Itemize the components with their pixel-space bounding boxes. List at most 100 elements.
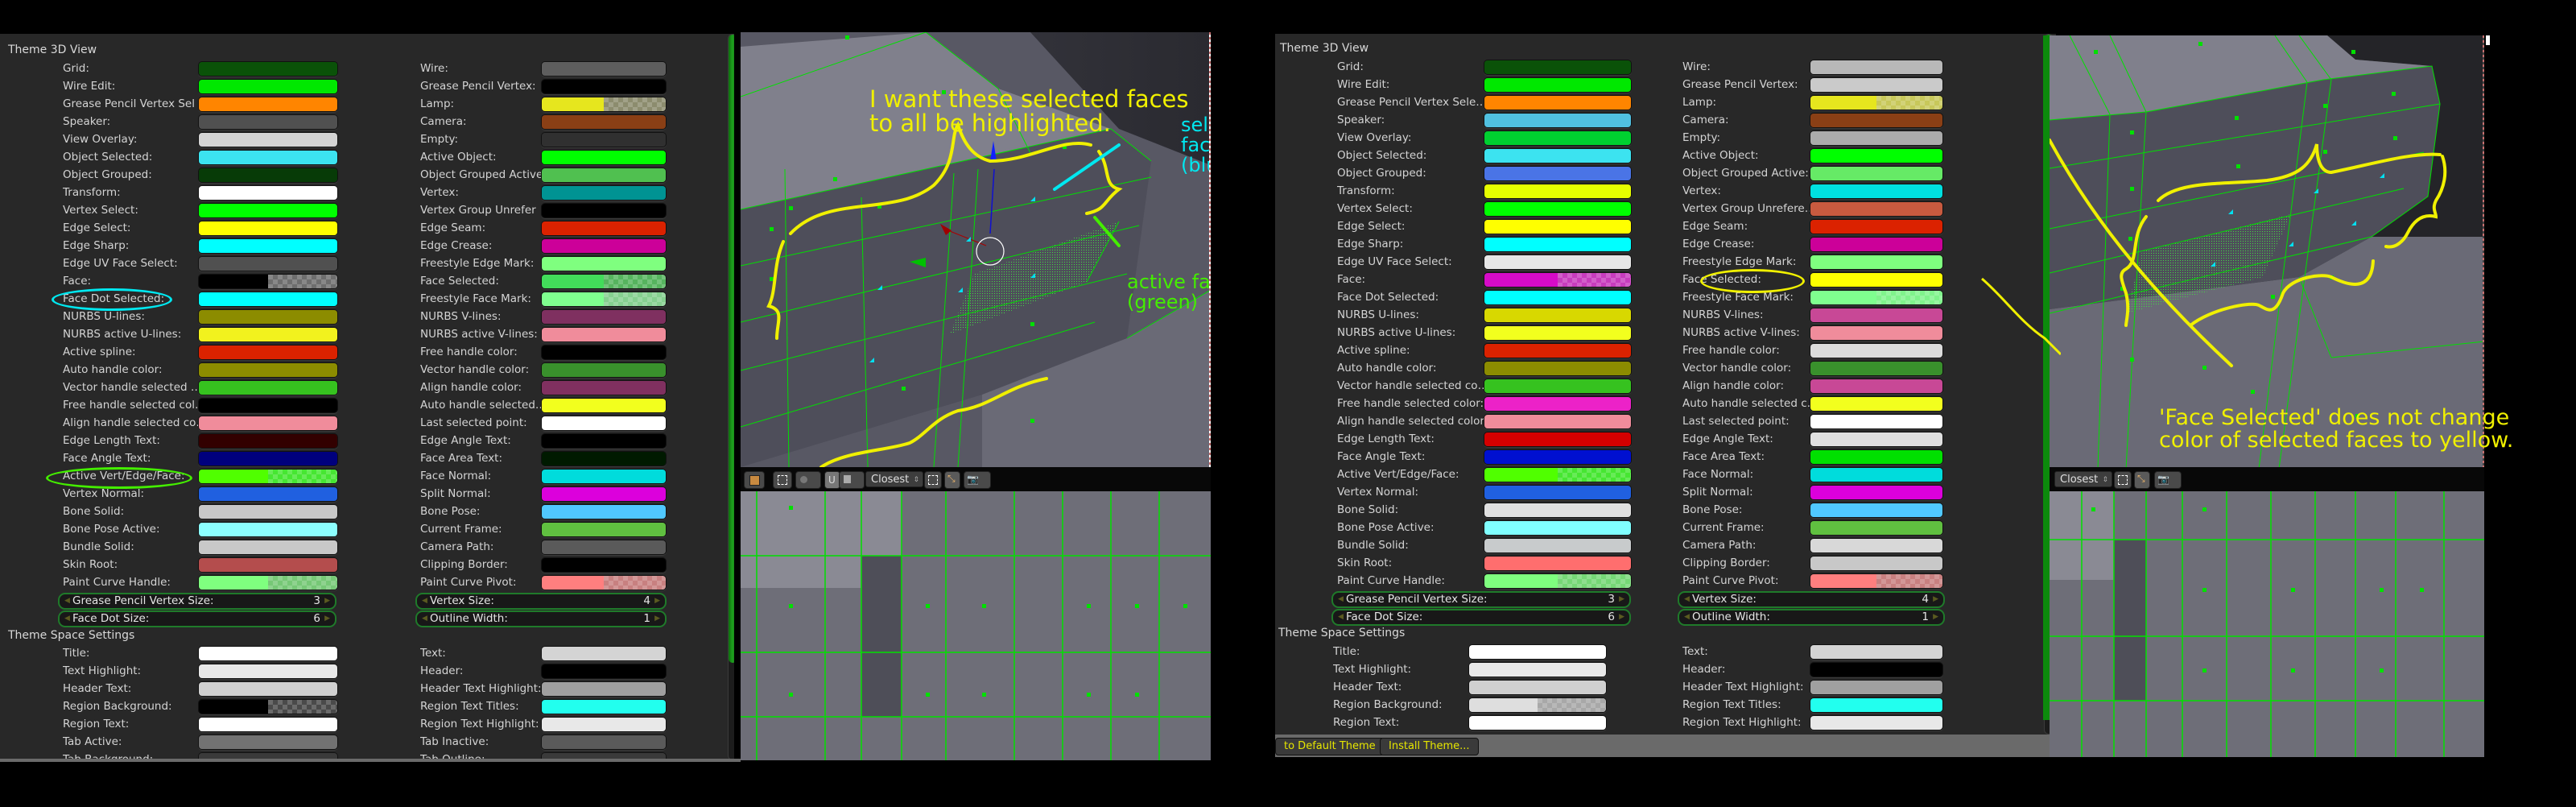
reset-to-default-theme-button[interactable]: to Default Theme [1275,738,1385,755]
color-swatch[interactable] [198,345,338,360]
color-swatch[interactable] [1810,680,1943,695]
increment-arrow-icon[interactable]: ▶ [324,615,330,623]
color-swatch[interactable] [198,522,338,537]
color-swatch[interactable] [1810,715,1943,730]
preferences-scrollbar[interactable] [728,34,734,760]
color-swatch[interactable] [541,132,667,147]
color-swatch[interactable] [541,327,667,342]
color-swatch[interactable] [198,274,338,289]
color-swatch[interactable] [1468,715,1607,730]
color-swatch[interactable] [198,309,338,325]
color-swatch[interactable] [1810,449,1943,465]
left-3d-viewport[interactable]: I want these selected faces to all be hi… [741,32,1211,467]
color-swatch[interactable] [541,150,667,165]
color-swatch[interactable] [198,238,338,254]
color-swatch[interactable] [198,433,338,449]
color-swatch[interactable] [1810,662,1943,677]
color-swatch[interactable] [541,735,667,750]
snap-align-button[interactable] [924,471,942,489]
color-swatch[interactable] [541,309,667,325]
color-swatch[interactable] [1810,556,1943,571]
color-swatch[interactable] [541,433,667,449]
color-swatch[interactable] [198,362,338,378]
color-swatch[interactable] [541,380,667,395]
color-swatch[interactable] [1484,520,1632,536]
color-swatch[interactable] [198,451,338,466]
number-field-outline-width[interactable]: ◀ Outline Width: 1 ▶ [415,610,667,627]
color-swatch[interactable] [1810,308,1943,323]
color-swatch[interactable] [541,221,667,236]
color-swatch[interactable] [541,664,667,679]
color-swatch[interactable] [541,292,667,307]
color-swatch[interactable] [1484,130,1632,146]
increment-arrow-icon[interactable]: ▶ [1933,595,1938,603]
color-swatch[interactable] [198,221,338,236]
color-swatch[interactable] [198,486,338,502]
color-swatch[interactable] [541,575,667,590]
color-swatch[interactable] [1484,219,1632,234]
install-theme-button[interactable]: Install Theme... [1380,738,1479,755]
color-swatch[interactable] [198,185,338,201]
color-swatch[interactable] [1810,361,1943,376]
snap-project-button[interactable]: ⤡ [944,471,960,489]
color-swatch[interactable] [541,398,667,413]
color-swatch[interactable] [1484,467,1632,482]
color-swatch[interactable] [1484,432,1632,447]
number-field-face-dot-size[interactable]: ◀ Face Dot Size: 6 ▶ [58,610,336,627]
color-swatch[interactable] [541,646,667,661]
color-swatch[interactable] [1810,148,1943,163]
color-swatch[interactable] [541,97,667,112]
number-field-face-dot-size[interactable]: ◀ Face Dot Size: 6 ▶ [1331,609,1631,626]
snap-align-button[interactable] [2114,471,2132,489]
color-swatch[interactable] [198,61,338,77]
color-swatch[interactable] [1484,272,1632,288]
color-swatch[interactable] [1810,166,1943,181]
color-swatch[interactable] [1484,485,1632,500]
color-swatch[interactable] [541,256,667,271]
color-swatch[interactable] [1484,414,1632,429]
decrement-arrow-icon[interactable]: ◀ [422,597,427,605]
color-swatch[interactable] [1484,325,1632,341]
color-swatch[interactable] [198,717,338,732]
color-swatch[interactable] [541,486,667,502]
color-swatch[interactable] [198,168,338,183]
color-swatch[interactable] [541,469,667,484]
color-swatch[interactable] [198,504,338,519]
color-swatch[interactable] [1484,166,1632,181]
color-swatch[interactable] [198,398,338,413]
color-swatch[interactable] [198,380,338,395]
color-swatch[interactable] [1468,697,1607,713]
snap-target-select[interactable]: Closest ⇕ [865,471,923,487]
color-swatch[interactable] [541,540,667,555]
decrement-arrow-icon[interactable]: ◀ [1338,613,1344,621]
render-button[interactable]: 📷 [964,471,991,489]
color-swatch[interactable] [1810,414,1943,429]
color-swatch[interactable] [198,699,338,714]
color-swatch[interactable] [198,646,338,661]
color-swatch[interactable] [541,681,667,697]
decrement-arrow-icon[interactable]: ◀ [64,615,70,623]
color-swatch[interactable] [1484,290,1632,305]
color-swatch[interactable] [1810,201,1943,217]
decrement-arrow-icon[interactable]: ◀ [64,597,70,605]
color-swatch[interactable] [541,168,667,183]
color-swatch[interactable] [198,540,338,555]
scrollbar-thumb[interactable] [729,35,734,663]
color-swatch[interactable] [1810,219,1943,234]
color-swatch[interactable] [541,699,667,714]
color-swatch[interactable] [198,114,338,130]
color-swatch[interactable] [541,79,667,94]
color-swatch[interactable] [541,362,667,378]
color-swatch[interactable] [1484,148,1632,163]
snap-project-button[interactable]: ⤡ [2134,471,2150,489]
decrement-arrow-icon[interactable]: ◀ [422,615,427,623]
increment-arrow-icon[interactable]: ▶ [1619,595,1624,603]
color-swatch[interactable] [1484,60,1632,75]
color-swatch[interactable] [541,416,667,431]
color-swatch[interactable] [198,681,338,697]
color-swatch[interactable] [1810,432,1943,447]
render-button[interactable]: 📷 [2154,471,2182,489]
color-swatch[interactable] [541,274,667,289]
right-lower-viewport[interactable] [2050,491,2484,757]
color-swatch[interactable] [1810,60,1943,75]
